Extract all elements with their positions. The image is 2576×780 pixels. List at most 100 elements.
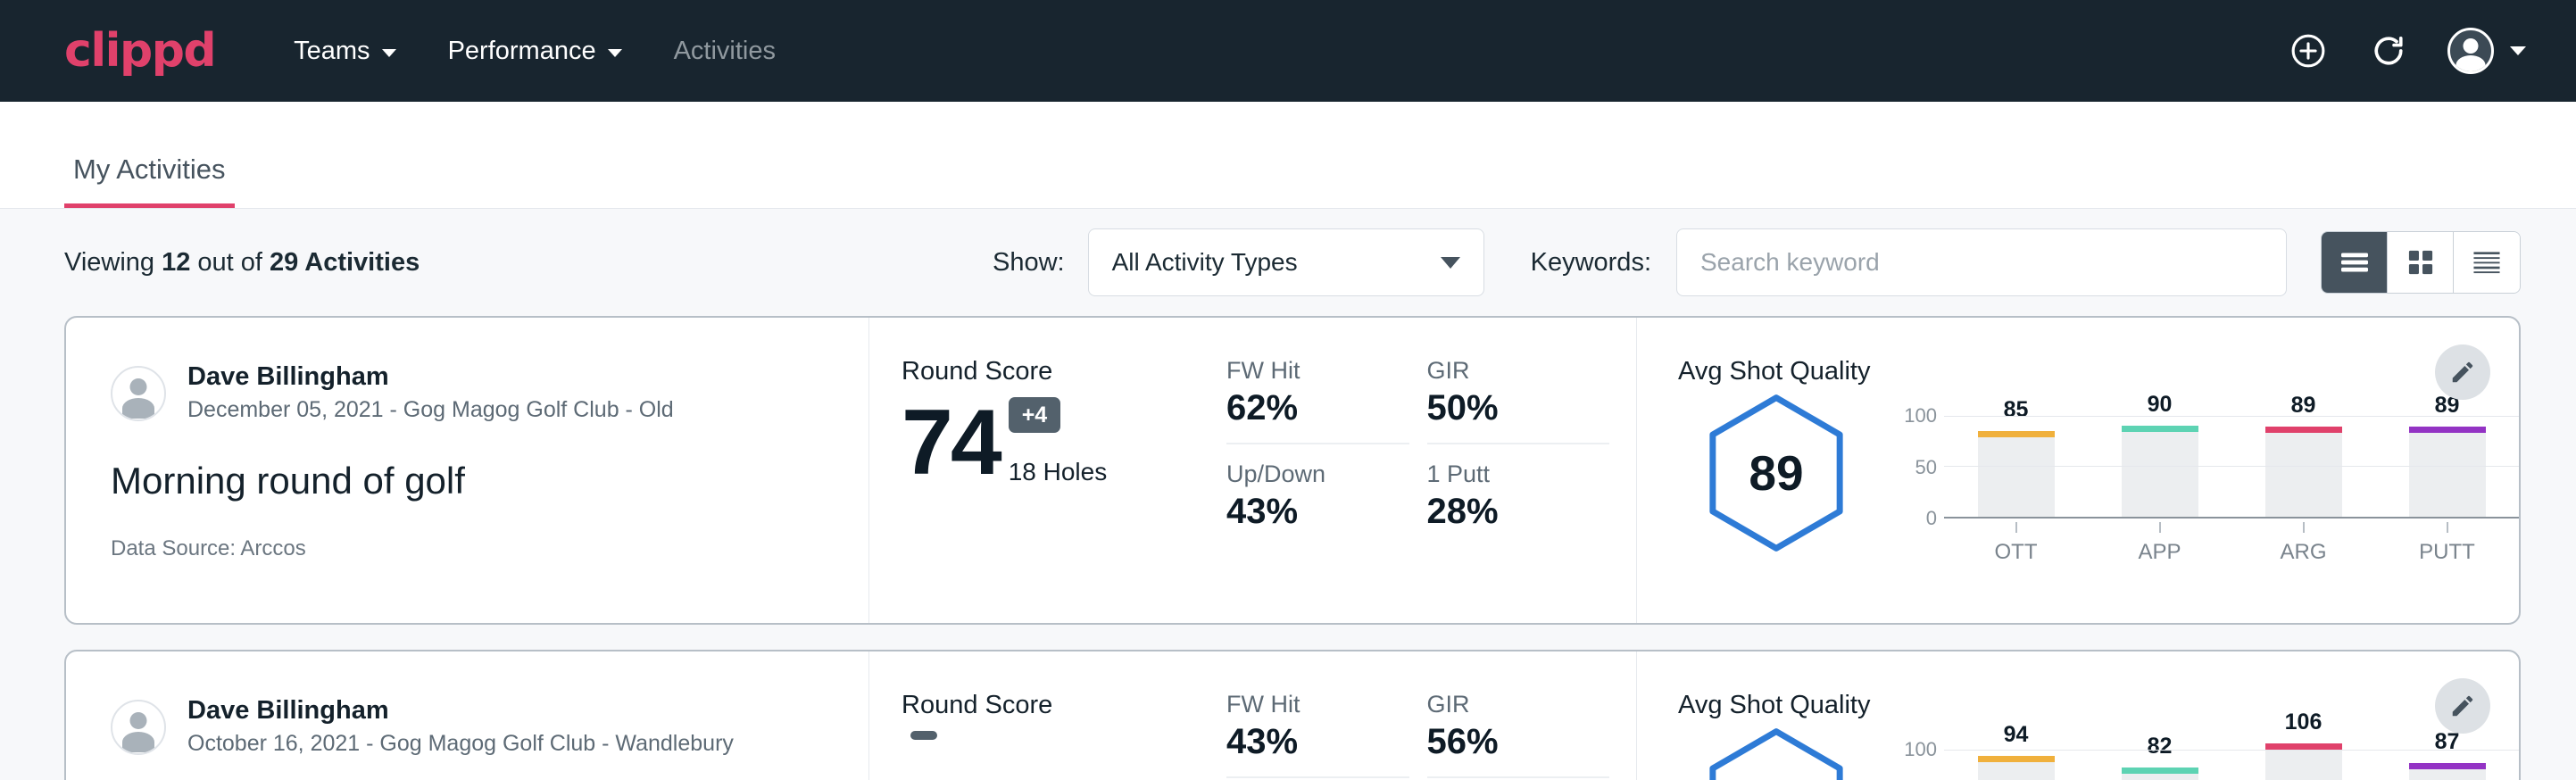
round-score-value: 74 [902, 401, 1000, 486]
search-input-wrapper[interactable] [1676, 228, 2287, 296]
shot-quality-column: Avg Shot Quality 89 050100 85908989 [1637, 318, 2519, 623]
chart-bar: 94 [1978, 734, 2055, 780]
view-mode-grid-button[interactable] [2388, 232, 2454, 293]
edit-activity-button[interactable] [2435, 678, 2490, 734]
primary-nav: Teams Performance Activities [294, 37, 776, 66]
activity-data-source: Data Source: Arccos [111, 536, 868, 561]
chart-bar-cap [1978, 756, 2055, 762]
chart-bar: 85 [1978, 401, 2055, 517]
nav-item-performance-label: Performance [448, 37, 596, 66]
stat-fw-hit-value: 43% [1226, 722, 1386, 762]
chart-bar-body [1978, 762, 2055, 780]
activity-author: Dave Billingham December 05, 2021 - Gog … [111, 361, 868, 426]
nav-item-activities-label: Activities [674, 37, 776, 66]
activity-title: Morning round of golf [111, 460, 868, 502]
filter-bar: Viewing 12 out of 29 Activities Show: Al… [0, 209, 2576, 316]
stat-fw-hit-label: FW Hit [1226, 691, 1386, 718]
chart-bar-body [2122, 432, 2198, 517]
round-stats-column: FW Hit 62% GIR 50% Up/Down 43% 1 Putt 28… [1226, 318, 1637, 623]
edit-activity-button[interactable] [2435, 344, 2490, 400]
chart-bar-value: 82 [2148, 734, 2173, 759]
chart-x-tick: OTT [1978, 522, 2055, 565]
chart-bar-value: 106 [2285, 709, 2323, 735]
chart-bar-body [2122, 774, 2198, 780]
nav-item-activities[interactable]: Activities [674, 37, 776, 66]
stat-fw-hit-value: 62% [1226, 388, 1386, 428]
chart-gridline [1944, 466, 2519, 467]
avg-shot-quality-label: Avg Shot Quality [1678, 691, 2519, 720]
user-avatar-icon [2447, 28, 2494, 74]
nav-item-performance[interactable]: Performance [448, 37, 622, 66]
chart-y-tick: 100 [1904, 404, 1937, 427]
round-score-label: Round Score [902, 691, 1226, 720]
chart-bar-body [2409, 433, 2486, 517]
avg-shot-quality-hexagon: 89 [1702, 392, 1850, 554]
stat-fw-hit: FW Hit 43% [1226, 691, 1409, 778]
stat-gir-label: GIR [1427, 357, 1587, 385]
round-score-row: 74 +4 18 Holes [902, 397, 1226, 486]
activity-type-select[interactable]: All Activity Types [1088, 228, 1484, 296]
chart-bar-body [2265, 433, 2342, 517]
chart-x-tick-mark [2447, 522, 2448, 533]
tab-my-activities[interactable]: My Activities [64, 154, 235, 208]
clippd-logo[interactable]: clippd [64, 28, 215, 74]
holes-played: 18 Holes [1009, 458, 1108, 486]
chart-bar-cap [2409, 427, 2486, 433]
grid-view-icon [2406, 248, 2436, 277]
chart-bar-body [2265, 750, 2342, 780]
activity-card[interactable]: Dave Billingham December 05, 2021 - Gog … [64, 316, 2521, 625]
chevron-down-icon [382, 49, 396, 57]
chart-plot-area: 85908989 [1944, 401, 2519, 519]
plus-circle-icon[interactable] [2287, 29, 2330, 72]
activity-author: Dave Billingham October 16, 2021 - Gog M… [111, 694, 868, 759]
stat-one-putt-label: 1 Putt [1427, 461, 1587, 488]
chart-bars: 85908989 [1944, 401, 2519, 517]
activity-meta: October 16, 2021 - Gog Magog Golf Club -… [187, 729, 734, 759]
score-to-par-badge [910, 731, 937, 740]
view-mode-list-button[interactable] [2322, 232, 2388, 293]
chart-gridline [1944, 750, 2519, 751]
compact-view-icon [2471, 248, 2503, 277]
chart-bar-body [2409, 769, 2486, 780]
search-input[interactable] [1700, 248, 2263, 277]
chart-x-tick: ARG [2265, 522, 2342, 565]
chart-bar-body [1978, 437, 2055, 517]
activity-card[interactable]: Dave Billingham October 16, 2021 - Gog M… [64, 650, 2521, 780]
stat-gir-label: GIR [1427, 691, 1587, 718]
chart-y-tick: 100 [1904, 738, 1937, 761]
stat-gir: GIR 50% [1427, 357, 1610, 444]
chart-bars: 948210687 [1944, 734, 2519, 780]
stat-one-putt-value: 28% [1427, 492, 1587, 532]
tab-bar: My Activities [0, 102, 2576, 209]
avg-shot-quality-hexagon [1702, 726, 1850, 780]
chart-bar-value: 94 [2004, 722, 2029, 748]
chart-x-tick-label: APP [2122, 540, 2198, 565]
view-mode-compact-button[interactable] [2454, 232, 2520, 293]
pencil-icon [2449, 693, 2476, 719]
activity-info-column: Dave Billingham December 05, 2021 - Gog … [66, 318, 869, 623]
player-name: Dave Billingham [187, 361, 674, 393]
shot-quality-bar-chart: 050100 948210687 OTTAPPARGPUTT [1874, 726, 2519, 780]
view-mode-toggle [2321, 231, 2521, 294]
nav-item-teams[interactable]: Teams [294, 37, 395, 66]
stat-gir-value: 50% [1427, 388, 1587, 428]
account-menu[interactable] [2447, 28, 2526, 74]
keywords-label: Keywords: [1531, 248, 1651, 278]
stat-up-down-label: Up/Down [1226, 461, 1386, 488]
stat-up-down-value: 43% [1226, 492, 1386, 532]
chart-x-tick-label: OTT [1978, 540, 2055, 565]
show-label: Show: [993, 248, 1065, 278]
viewing-middle: out of [190, 248, 270, 277]
filter-controls: Show: All Activity Types Keywords: [993, 228, 2521, 296]
refresh-icon[interactable] [2367, 29, 2410, 72]
stat-fw-hit: FW Hit 62% [1226, 357, 1409, 444]
nav-actions [2287, 28, 2526, 74]
chart-gridline [1944, 416, 2519, 417]
chart-bar: 89 [2265, 401, 2342, 517]
chart-x-axis: OTTAPPARGPUTT [1944, 519, 2519, 565]
viewing-summary: Viewing 12 out of 29 Activities [64, 248, 420, 278]
nav-item-teams-label: Teams [294, 37, 370, 66]
stat-one-putt: 1 Putt 28% [1427, 444, 1610, 532]
activity-card-list: Dave Billingham December 05, 2021 - Gog … [0, 316, 2576, 780]
chart-x-tick-mark [2159, 522, 2161, 533]
